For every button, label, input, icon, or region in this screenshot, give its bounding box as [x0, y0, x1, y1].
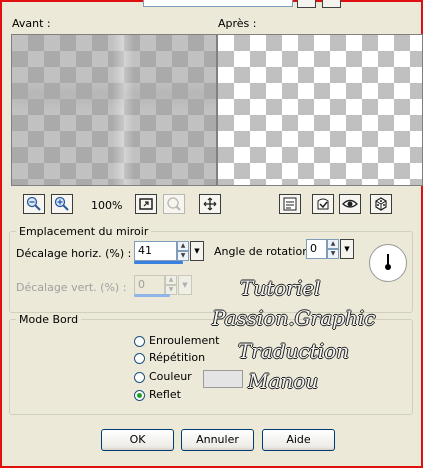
- dial-dot: [385, 264, 391, 270]
- dice-icon: [375, 197, 387, 211]
- horiz-offset-input[interactable]: 41: [134, 241, 177, 261]
- horiz-offset-arrows[interactable]: ▲ ▼: [177, 241, 189, 261]
- fit-button[interactable]: [135, 194, 157, 214]
- proof-icon: [283, 197, 297, 211]
- vert-offset-dropdown[interactable]: ▼: [178, 275, 192, 295]
- option-reflet-label: Reflet: [149, 388, 181, 401]
- rotation-angle-arrows[interactable]: ▲ ▼: [327, 239, 339, 259]
- fit-icon: [139, 198, 153, 210]
- randomize-button[interactable]: [370, 194, 392, 214]
- mirror-vstreak: [112, 35, 134, 185]
- vert-offset-arrows[interactable]: ▲ ▼: [165, 275, 177, 295]
- watermark-line-4: Manou: [248, 369, 319, 393]
- after-label: Après :: [218, 17, 257, 30]
- rotation-angle-spinner[interactable]: 0 ▲ ▼ ▼: [306, 239, 354, 259]
- zoom-disabled-icon: [167, 197, 181, 211]
- vert-offset-spinner[interactable]: 0 ▲ ▼ ▼: [134, 275, 192, 295]
- edge-group-title: Mode Bord: [16, 313, 82, 326]
- preset-icon: [317, 198, 329, 210]
- radio-couleur[interactable]: [134, 372, 145, 383]
- watermark-line-2: Passion.Graphic: [212, 306, 376, 330]
- vert-offset-input[interactable]: 0: [134, 275, 165, 295]
- radio-repetition[interactable]: [134, 353, 145, 364]
- vert-offset-label: Décalage vert. (%) :: [16, 281, 127, 294]
- rotation-dial[interactable]: [369, 244, 407, 282]
- after-preview[interactable]: [217, 34, 423, 186]
- radio-reflet[interactable]: [134, 390, 145, 401]
- horiz-offset-slider[interactable]: [134, 261, 183, 264]
- help-button[interactable]: Aide: [262, 429, 335, 451]
- before-preview[interactable]: [11, 34, 217, 186]
- proof-button[interactable]: [279, 194, 301, 214]
- horiz-offset-label: Décalage horiz. (%) :: [16, 247, 132, 260]
- horiz-offset-dropdown[interactable]: ▼: [190, 241, 204, 261]
- zoom-in-icon: [54, 196, 69, 211]
- pan-icon: [203, 197, 217, 211]
- rotation-angle-input[interactable]: 0: [306, 239, 327, 259]
- mirror-group-title: Emplacement du miroir: [16, 225, 152, 238]
- option-repetition-label: Répétition: [149, 351, 206, 364]
- edge-color-swatch[interactable]: [203, 370, 243, 388]
- top-icon-button-2[interactable]: [322, 0, 341, 8]
- zoom-level: 100%: [91, 199, 123, 212]
- horiz-offset-spinner[interactable]: 41 ▲ ▼ ▼: [134, 241, 204, 261]
- top-icon-button[interactable]: [297, 0, 316, 8]
- rotation-angle-label: Angle de rotation :: [214, 245, 317, 258]
- preset-button[interactable]: [312, 194, 334, 214]
- zoom-actual-button[interactable]: [163, 194, 185, 214]
- rotation-angle-dropdown[interactable]: ▼: [340, 239, 354, 259]
- eye-icon: [342, 199, 358, 208]
- cancel-button[interactable]: Annuler: [181, 429, 254, 451]
- zoom-out-button[interactable]: [23, 194, 45, 214]
- zoom-in-button[interactable]: [51, 194, 73, 214]
- pan-button[interactable]: [199, 194, 221, 214]
- watermark-line-3: Traduction: [238, 339, 350, 363]
- option-couleur-label: Couleur: [149, 370, 192, 383]
- ok-button[interactable]: OK: [101, 429, 174, 451]
- watermark-line-1: Tutoriel: [240, 276, 321, 300]
- eye-button[interactable]: [339, 194, 361, 214]
- before-label: Avant :: [12, 17, 51, 30]
- option-enroulement-label: Enroulement: [149, 334, 220, 347]
- zoom-out-icon: [26, 196, 41, 211]
- radio-enroulement[interactable]: [134, 336, 145, 347]
- preset-field[interactable]: [143, 0, 293, 7]
- vert-offset-slider[interactable]: [134, 294, 170, 297]
